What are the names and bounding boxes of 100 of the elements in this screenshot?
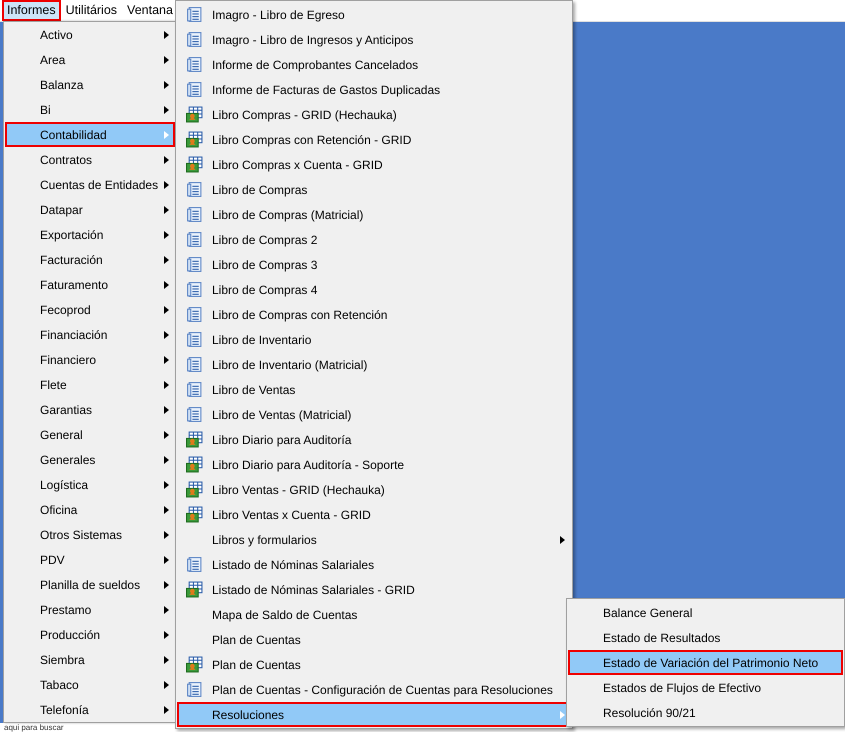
menu-item[interactable]: Bi [5, 97, 175, 122]
menu-bar-item[interactable]: Informes [2, 0, 61, 21]
submenu-arrow-icon [560, 710, 565, 718]
menu-item[interactable]: Estado de Variación del Patrimonio Neto [568, 650, 843, 675]
submenu-arrow-icon [164, 430, 169, 438]
menu-item[interactable]: Financiero [5, 347, 175, 372]
submenu-arrow-icon [164, 80, 169, 88]
menu-item[interactable]: Estado de Resultados [568, 625, 843, 650]
submenu-arrow-icon [164, 406, 169, 414]
menu-item[interactable]: Libro Diario para Auditoría - Soporte [177, 452, 571, 477]
document-icon [186, 381, 203, 398]
menu-item[interactable]: Imagro - Libro de Ingresos y Anticipos [177, 27, 571, 52]
menu-item[interactable]: Libro de Compras 3 [177, 252, 571, 277]
search-hint: aqui para buscar [4, 723, 64, 732]
menu-bar-item[interactable]: Utilitários [60, 0, 122, 21]
menu-item[interactable]: Balanza [5, 72, 175, 97]
menu-item[interactable]: Libro Ventas - GRID (Hechauka) [177, 477, 571, 502]
menu-item[interactable]: Otros Sistemas [5, 522, 175, 547]
menu-item[interactable]: Balance General [568, 600, 843, 625]
menu-item[interactable]: Informe de Facturas de Gastos Duplicadas [177, 77, 571, 102]
document-icon [186, 356, 203, 373]
menu-item[interactable]: Libro Compras x Cuenta - GRID [177, 152, 571, 177]
menu-item[interactable]: Resolución 90/21 [568, 700, 843, 725]
menu-item[interactable]: Estados de Flujos de Efectivo [568, 675, 843, 700]
menu-item[interactable]: Libro de Ventas [177, 377, 571, 402]
submenu-arrow-icon [560, 536, 565, 544]
menu-item[interactable]: Siembra [5, 647, 175, 672]
menu-item[interactable]: Libros y formularios [177, 527, 571, 552]
document-icon [186, 56, 203, 73]
submenu-arrow-icon [164, 256, 169, 264]
submenu-arrow-icon [164, 106, 169, 114]
menu-bar-item[interactable]: Ventana [122, 0, 178, 21]
menu-item[interactable]: Imagro - Libro de Egreso [177, 2, 571, 27]
submenu-arrow-icon [164, 330, 169, 338]
menu-item[interactable]: Libro de Compras 2 [177, 227, 571, 252]
document-icon [186, 306, 203, 323]
menu-item[interactable]: Exportación [5, 222, 175, 247]
document-icon [186, 206, 203, 223]
submenu-arrow-icon [164, 356, 169, 364]
document-icon [186, 556, 203, 573]
menu-item[interactable]: Financiación [5, 322, 175, 347]
menu-item[interactable]: Libro Compras - GRID (Hechauka) [177, 102, 571, 127]
menu-item[interactable]: Prestamo [5, 597, 175, 622]
submenu-arrow-icon [164, 630, 169, 638]
menu-item[interactable]: Logística [5, 472, 175, 497]
menu-item[interactable]: Garantias [5, 397, 175, 422]
document-icon [186, 681, 203, 698]
submenu-arrow-icon [164, 230, 169, 238]
menu-item[interactable]: Generales [5, 447, 175, 472]
menu-item[interactable]: Contabilidad [5, 122, 175, 147]
menu-item[interactable]: Libro Diario para Auditoría [177, 427, 571, 452]
submenu-arrow-icon [164, 130, 169, 138]
document-icon [186, 406, 203, 423]
submenu-arrow-icon [164, 456, 169, 464]
menu-item[interactable]: Faturamento [5, 272, 175, 297]
spreadsheet-icon [186, 581, 203, 598]
menu-item[interactable]: Libro Compras con Retención - GRID [177, 127, 571, 152]
menu-item[interactable]: Informe de Comprobantes Cancelados [177, 52, 571, 77]
menu-item[interactable]: Area [5, 47, 175, 72]
menu-item[interactable]: Tabaco [5, 672, 175, 697]
document-icon [186, 181, 203, 198]
submenu-arrow-icon [164, 530, 169, 538]
menu-item[interactable]: Datapar [5, 197, 175, 222]
menu-item[interactable]: Libro de Inventario (Matricial) [177, 352, 571, 377]
menu-item[interactable]: Listado de Nóminas Salariales [177, 552, 571, 577]
menu-item[interactable]: Libro de Compras 4 [177, 277, 571, 302]
menu-item[interactable]: Libro de Ventas (Matricial) [177, 402, 571, 427]
submenu-arrow-icon [164, 506, 169, 514]
menu-item[interactable]: Oficina [5, 497, 175, 522]
menu-item[interactable]: Libro de Inventario [177, 327, 571, 352]
document-icon [186, 81, 203, 98]
menu-item[interactable]: Libro de Compras (Matricial) [177, 202, 571, 227]
submenu-arrow-icon [164, 556, 169, 564]
spreadsheet-icon [186, 506, 203, 523]
submenu-arrow-icon [164, 280, 169, 288]
menu-item[interactable]: PDV [5, 547, 175, 572]
submenu-arrow-icon [164, 480, 169, 488]
menu-item[interactable]: Fecoprod [5, 297, 175, 322]
menu-item[interactable]: Cuentas de Entidades [5, 172, 175, 197]
submenu-arrow-icon [164, 206, 169, 214]
menu-item[interactable]: Planilla de sueldos [5, 572, 175, 597]
document-icon [186, 281, 203, 298]
menu-item[interactable]: Libro Ventas x Cuenta - GRID [177, 502, 571, 527]
menu-item[interactable]: Libro de Compras [177, 177, 571, 202]
menu-item[interactable]: Telefonía [5, 697, 175, 722]
spreadsheet-icon [186, 456, 203, 473]
menu-item[interactable]: Activo [5, 22, 175, 47]
menu-item[interactable]: Facturación [5, 247, 175, 272]
submenu-arrow-icon [164, 606, 169, 614]
menu-item[interactable]: Listado de Nóminas Salariales - GRID [177, 577, 571, 602]
spreadsheet-icon [186, 131, 203, 148]
menu-item[interactable]: Contratos [5, 147, 175, 172]
menu-item[interactable]: Flete [5, 372, 175, 397]
menu-item[interactable]: Producción [5, 622, 175, 647]
document-icon [186, 256, 203, 273]
menu-item[interactable]: General [5, 422, 175, 447]
submenu-arrow-icon [164, 380, 169, 388]
menu-item[interactable]: Libro de Compras con Retención [177, 302, 571, 327]
spreadsheet-icon [186, 156, 203, 173]
submenu-arrow-icon [164, 156, 169, 164]
